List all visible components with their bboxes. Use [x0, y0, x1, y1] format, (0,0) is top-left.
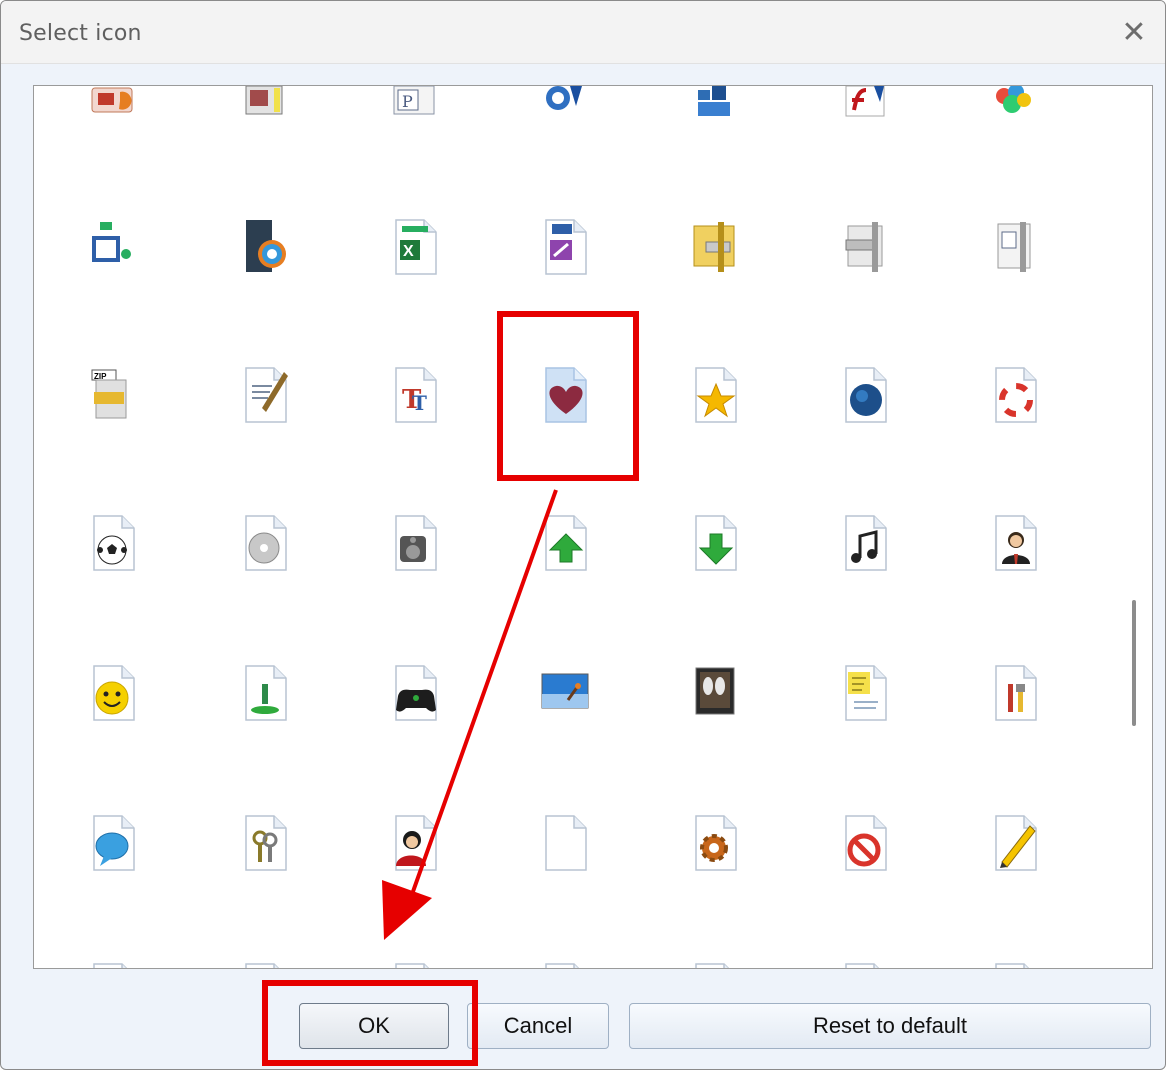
reset-to-default-button[interactable]: Reset to default	[629, 1003, 1151, 1049]
star-file-icon[interactable]	[682, 362, 748, 428]
svg-text:T: T	[412, 391, 427, 415]
visio-flow-icon[interactable]	[80, 214, 146, 280]
partial-icon[interactable]	[532, 958, 598, 968]
select-icon-dialog: Select icon ✕ P X ZIP T T OK Cancel Reset to…	[0, 0, 1166, 1070]
partial-icon[interactable]	[832, 958, 898, 968]
scrollbar-thumb[interactable]	[1132, 600, 1136, 726]
compressed-file-icon[interactable]	[982, 214, 1048, 280]
up-arrow-file-icon[interactable]	[532, 510, 598, 576]
balloons-icon[interactable]	[982, 86, 1048, 146]
partial-icon[interactable]	[232, 958, 298, 968]
zip-file-icon[interactable]: ZIP	[80, 362, 146, 428]
user-file-icon[interactable]	[982, 510, 1048, 576]
cd-disc-file-icon[interactable]	[232, 510, 298, 576]
svg-text:P: P	[402, 92, 413, 111]
photo-file-icon[interactable]	[682, 660, 748, 726]
blank-file-icon[interactable]	[532, 810, 598, 876]
winzip-archive-icon[interactable]	[682, 214, 748, 280]
install-file-icon[interactable]	[232, 660, 298, 726]
document-pen-icon[interactable]	[232, 362, 298, 428]
partial-icon[interactable]	[682, 958, 748, 968]
keys-file-icon[interactable]	[232, 810, 298, 876]
music-note-file-icon[interactable]	[832, 510, 898, 576]
zip-clamp-icon[interactable]	[832, 214, 898, 280]
soccer-ball-file-icon[interactable]	[80, 510, 146, 576]
flash-icon[interactable]	[832, 86, 898, 146]
tools-file-icon[interactable]	[982, 660, 1048, 726]
video-media-icon[interactable]	[232, 214, 298, 280]
database-blocks-icon[interactable]	[682, 86, 748, 146]
gamepad-file-icon[interactable]	[382, 660, 448, 726]
font-tt-icon[interactable]: TT	[382, 362, 448, 428]
audio-speaker-file-icon[interactable]	[382, 510, 448, 576]
quicktime-icon[interactable]	[532, 86, 598, 146]
partial-icon[interactable]	[982, 958, 1048, 968]
heart-file-icon[interactable]	[532, 362, 598, 428]
settings-gear-file-icon[interactable]	[682, 810, 748, 876]
close-icon[interactable]: ✕	[1111, 11, 1157, 53]
dialog-title: Select icon	[19, 21, 142, 46]
svg-text:X: X	[403, 243, 414, 260]
partial-icon[interactable]	[382, 958, 448, 968]
smiley-file-icon[interactable]	[80, 660, 146, 726]
lifebuoy-file-icon[interactable]	[982, 362, 1048, 428]
pencil-file-icon[interactable]	[982, 810, 1048, 876]
title-bar: Select icon ✕	[1, 1, 1165, 64]
icon-grid[interactable]: P X ZIP T T	[33, 85, 1153, 969]
office-slides-icon[interactable]	[80, 86, 146, 146]
picture-file-icon[interactable]	[532, 660, 598, 726]
person-red-file-icon[interactable]	[382, 810, 448, 876]
down-arrow-file-icon[interactable]	[682, 510, 748, 576]
globe-file-icon[interactable]	[832, 362, 898, 428]
blocked-file-icon[interactable]	[832, 810, 898, 876]
excel-icon[interactable]: X	[382, 214, 448, 280]
ok-button[interactable]: OK	[299, 1003, 449, 1049]
powerpoint-p-icon[interactable]: P	[382, 86, 448, 146]
chat-bubble-file-icon[interactable]	[80, 810, 146, 876]
access-form-icon[interactable]	[532, 214, 598, 280]
notes-file-icon[interactable]	[832, 660, 898, 726]
partial-icon[interactable]	[80, 958, 146, 968]
publisher-icon[interactable]	[232, 86, 298, 146]
cancel-button[interactable]: Cancel	[467, 1003, 609, 1049]
